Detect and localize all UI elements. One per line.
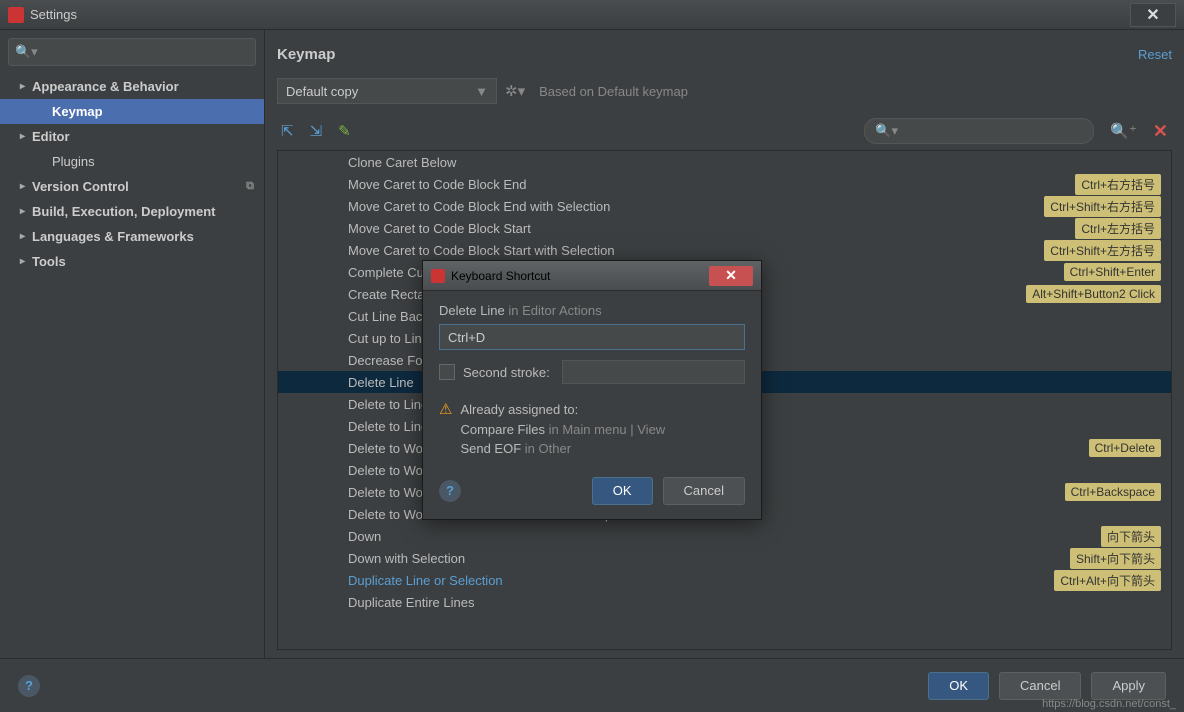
collapse-all-icon[interactable]: ⇲ bbox=[310, 122, 323, 140]
keymap-select[interactable]: Default copy ▼ bbox=[277, 78, 497, 104]
action-label: Move Caret to Code Block End bbox=[348, 177, 1075, 192]
action-row[interactable]: Down向下箭头 bbox=[278, 525, 1171, 547]
keyboard-shortcut-dialog: Keyboard Shortcut ✕ Delete Line in Edito… bbox=[422, 260, 762, 520]
shortcut-action-label: Delete Line in Editor Actions bbox=[439, 303, 745, 318]
sidebar-item[interactable]: Keymap bbox=[0, 99, 264, 124]
sidebar-item-label: Plugins bbox=[52, 154, 95, 169]
sidebar-item-label: Build, Execution, Deployment bbox=[32, 204, 215, 219]
sidebar-item[interactable]: ▸Build, Execution, Deployment bbox=[0, 199, 264, 224]
settings-sidebar: 🔍▾ ▸Appearance & BehaviorKeymap▸EditorPl… bbox=[0, 30, 265, 658]
second-stroke-input[interactable] bbox=[562, 360, 745, 384]
action-row[interactable]: Clone Caret Below bbox=[278, 151, 1171, 173]
action-label: Duplicate Entire Lines bbox=[348, 595, 1161, 610]
action-row[interactable]: Down with SelectionShift+向下箭头 bbox=[278, 547, 1171, 569]
dialog-ok-button[interactable]: OK bbox=[592, 477, 653, 505]
expand-all-icon[interactable]: ⇱ bbox=[281, 122, 294, 140]
sidebar-item[interactable]: ▸Version Control ⧉ bbox=[0, 174, 264, 199]
shortcut-badge: Ctrl+右方括号 bbox=[1075, 174, 1161, 195]
action-row[interactable]: Move Caret to Code Block Start with Sele… bbox=[278, 239, 1171, 261]
sidebar-item-label: Editor bbox=[32, 129, 70, 144]
conflict-message: Already assigned to: Compare Files in Ma… bbox=[460, 400, 665, 459]
search-icon: 🔍▾ bbox=[875, 123, 898, 139]
window-close-button[interactable]: ✕ bbox=[1130, 3, 1176, 27]
sidebar-item-label: Tools bbox=[32, 254, 66, 269]
action-label: Duplicate Line or Selection bbox=[348, 573, 1054, 588]
sidebar-item[interactable]: ▸Tools bbox=[0, 249, 264, 274]
dialog-title: Keyboard Shortcut bbox=[451, 269, 709, 283]
action-search-input[interactable]: 🔍▾ bbox=[864, 118, 1094, 144]
shortcut-badge: Ctrl+Delete bbox=[1089, 439, 1161, 457]
find-by-shortcut-icon[interactable]: 🔍⁺ bbox=[1110, 122, 1137, 140]
dialog-cancel-button[interactable]: Cancel bbox=[663, 477, 745, 505]
app-icon bbox=[431, 269, 445, 283]
chevron-right-icon: ▸ bbox=[20, 231, 32, 242]
shortcut-badge: Ctrl+Shift+右方括号 bbox=[1044, 196, 1161, 217]
action-label: Move Caret to Code Block Start bbox=[348, 221, 1075, 236]
keymap-select-value: Default copy bbox=[286, 84, 358, 99]
chevron-right-icon: ▸ bbox=[20, 131, 32, 142]
based-on-label: Based on Default keymap bbox=[539, 84, 688, 99]
dialog-close-button[interactable]: ✕ bbox=[709, 266, 753, 286]
chevron-right-icon: ▸ bbox=[20, 81, 32, 92]
sidebar-item[interactable]: ▸Languages & Frameworks bbox=[0, 224, 264, 249]
action-row[interactable]: Move Caret to Code Block StartCtrl+左方括号 bbox=[278, 217, 1171, 239]
page-title: Keymap bbox=[277, 46, 1138, 63]
watermark: https://blog.csdn.net/const_ bbox=[1042, 698, 1176, 710]
help-icon[interactable]: ? bbox=[18, 675, 40, 697]
shortcut-badge: Alt+Shift+Button2 Click bbox=[1026, 285, 1161, 303]
sidebar-item[interactable]: ▸Appearance & Behavior bbox=[0, 74, 264, 99]
action-label: Move Caret to Code Block End with Select… bbox=[348, 199, 1044, 214]
warning-icon: ⚠ bbox=[439, 400, 452, 459]
second-stroke-checkbox[interactable] bbox=[439, 364, 455, 380]
chevron-down-icon: ▼ bbox=[475, 84, 488, 99]
shortcut-badge: Ctrl+Shift+Enter bbox=[1064, 263, 1161, 281]
apply-button[interactable]: Apply bbox=[1091, 672, 1166, 700]
chevron-right-icon: ▸ bbox=[20, 206, 32, 217]
copy-icon: ⧉ bbox=[246, 180, 254, 193]
dialog-footer: ? OK Cancel Apply bbox=[0, 658, 1184, 712]
app-icon bbox=[8, 7, 24, 23]
ok-button[interactable]: OK bbox=[928, 672, 989, 700]
sidebar-item[interactable]: Plugins bbox=[0, 149, 264, 174]
action-row[interactable]: Duplicate Line or SelectionCtrl+Alt+向下箭头 bbox=[278, 569, 1171, 591]
sidebar-item-label: Languages & Frameworks bbox=[32, 229, 194, 244]
shortcut-badge: 向下箭头 bbox=[1101, 526, 1161, 547]
action-row[interactable]: Move Caret to Code Block EndCtrl+右方括号 bbox=[278, 173, 1171, 195]
chevron-right-icon: ▸ bbox=[20, 181, 32, 192]
clear-icon[interactable]: ✕ bbox=[1153, 121, 1168, 142]
search-icon: 🔍▾ bbox=[15, 44, 38, 60]
help-icon[interactable]: ? bbox=[439, 480, 461, 502]
sidebar-item-label: Version Control bbox=[32, 179, 129, 194]
shortcut-badge: Shift+向下箭头 bbox=[1070, 548, 1161, 569]
action-label: Clone Caret Below bbox=[348, 155, 1161, 170]
window-title: Settings bbox=[30, 7, 1130, 22]
sidebar-search-input[interactable]: 🔍▾ bbox=[8, 38, 256, 66]
settings-tree: ▸Appearance & BehaviorKeymap▸EditorPlugi… bbox=[0, 74, 264, 658]
sidebar-item-label: Appearance & Behavior bbox=[32, 79, 179, 94]
action-row[interactable]: Move Caret to Code Block End with Select… bbox=[278, 195, 1171, 217]
chevron-right-icon: ▸ bbox=[20, 256, 32, 267]
shortcut-badge: Ctrl+Alt+向下箭头 bbox=[1054, 570, 1161, 591]
window-titlebar: Settings ✕ bbox=[0, 0, 1184, 30]
action-label: Down bbox=[348, 529, 1101, 544]
sidebar-item[interactable]: ▸Editor bbox=[0, 124, 264, 149]
shortcut-badge: Ctrl+左方括号 bbox=[1075, 218, 1161, 239]
action-label: Move Caret to Code Block Start with Sele… bbox=[348, 243, 1044, 258]
gear-icon[interactable]: ✲▾ bbox=[505, 82, 525, 100]
reset-link[interactable]: Reset bbox=[1138, 47, 1172, 62]
edit-icon[interactable]: ✎ bbox=[338, 122, 351, 140]
shortcut-badge: Ctrl+Shift+左方括号 bbox=[1044, 240, 1161, 261]
shortcut-input[interactable] bbox=[439, 324, 745, 350]
cancel-button[interactable]: Cancel bbox=[999, 672, 1081, 700]
second-stroke-label: Second stroke: bbox=[463, 365, 550, 380]
action-label: Down with Selection bbox=[348, 551, 1070, 566]
sidebar-item-label: Keymap bbox=[52, 104, 103, 119]
shortcut-badge: Ctrl+Backspace bbox=[1065, 483, 1161, 501]
action-row[interactable]: Duplicate Entire Lines bbox=[278, 591, 1171, 613]
